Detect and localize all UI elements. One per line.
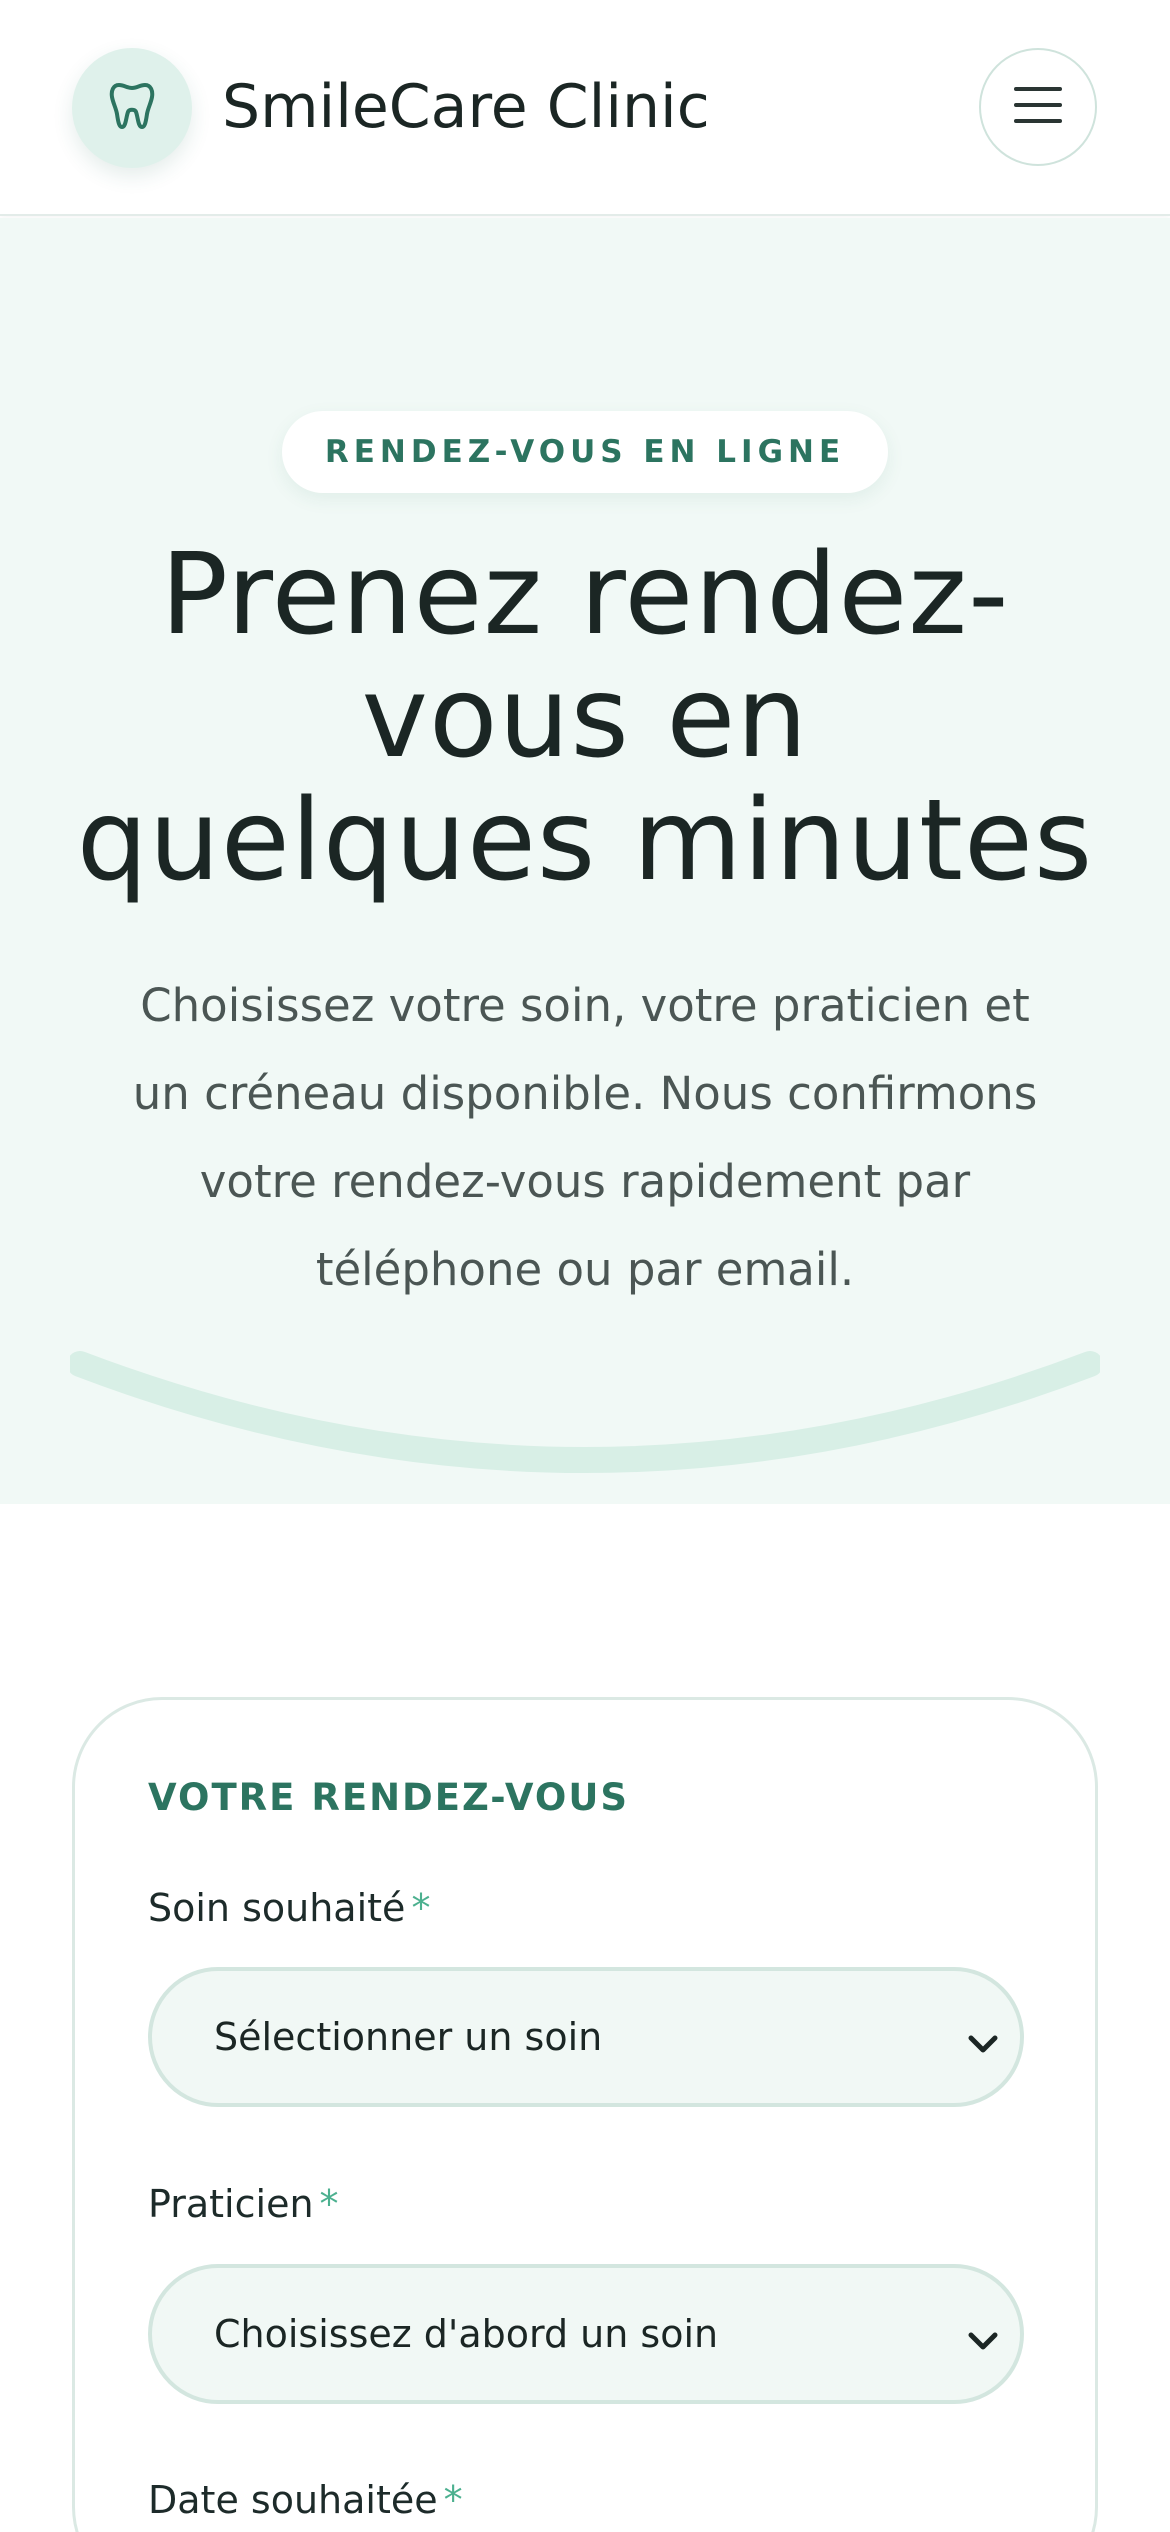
appointment-form-card: VOTRE RENDEZ-VOUS Soin souhaité * Sélecti… — [72, 1697, 1098, 2532]
required-marker: * — [443, 2478, 463, 2522]
service-select[interactable]: Sélectionner un soin — [148, 1967, 1024, 2107]
field-label-text: Praticien — [148, 2182, 314, 2226]
title-line: vous en — [361, 653, 809, 783]
required-marker: * — [319, 2182, 339, 2226]
hero-description: Choisissez votre soin, votre praticien e… — [70, 962, 1100, 1314]
practitioner-select-value: Choisissez d'abord un soin — [214, 2312, 719, 2356]
field-label-text: Date souhaitée — [148, 2478, 438, 2522]
date-field-label: Date souhaitée * — [148, 2478, 463, 2522]
title-line: quelques minutes — [76, 776, 1094, 906]
eyebrow-badge: RENDEZ-VOUS EN LIGNE — [282, 411, 888, 493]
practitioner-select[interactable]: Choisissez d'abord un soin — [148, 2264, 1024, 2404]
description-line: Choisissez votre soin, votre praticien e… — [140, 979, 1030, 1032]
hamburger-menu-icon — [1014, 85, 1062, 129]
top-header: SmileCare Clinic — [0, 0, 1170, 216]
chevron-down-icon — [966, 2023, 1000, 2067]
description-line: votre rendez-vous rapidement par — [199, 1155, 971, 1208]
smile-curve-decoration — [70, 1351, 1100, 1473]
service-field-label: Soin souhaité * — [148, 1886, 430, 1930]
practitioner-field-label: Praticien * — [148, 2182, 339, 2226]
hero-section: RENDEZ-VOUS EN LIGNE Prenez rendez- vous… — [0, 218, 1170, 1504]
page-title: Prenez rendez- vous en quelques minutes — [40, 534, 1130, 903]
description-line: téléphone ou par email. — [315, 1243, 855, 1296]
required-marker: * — [411, 1886, 431, 1930]
logo-badge[interactable] — [72, 48, 192, 168]
tooth-icon — [109, 81, 155, 135]
service-select-value: Sélectionner un soin — [214, 2015, 603, 2059]
form-section-title: VOTRE RENDEZ-VOUS — [148, 1776, 630, 1819]
menu-button[interactable] — [979, 48, 1097, 166]
title-line: Prenez rendez- — [160, 530, 1010, 660]
field-label-text: Soin souhaité — [148, 1886, 406, 1930]
brand-name[interactable]: SmileCare Clinic — [222, 62, 710, 152]
description-line: un créneau disponible. Nous confirmons — [132, 1067, 1038, 1120]
chevron-down-icon — [966, 2320, 1000, 2364]
